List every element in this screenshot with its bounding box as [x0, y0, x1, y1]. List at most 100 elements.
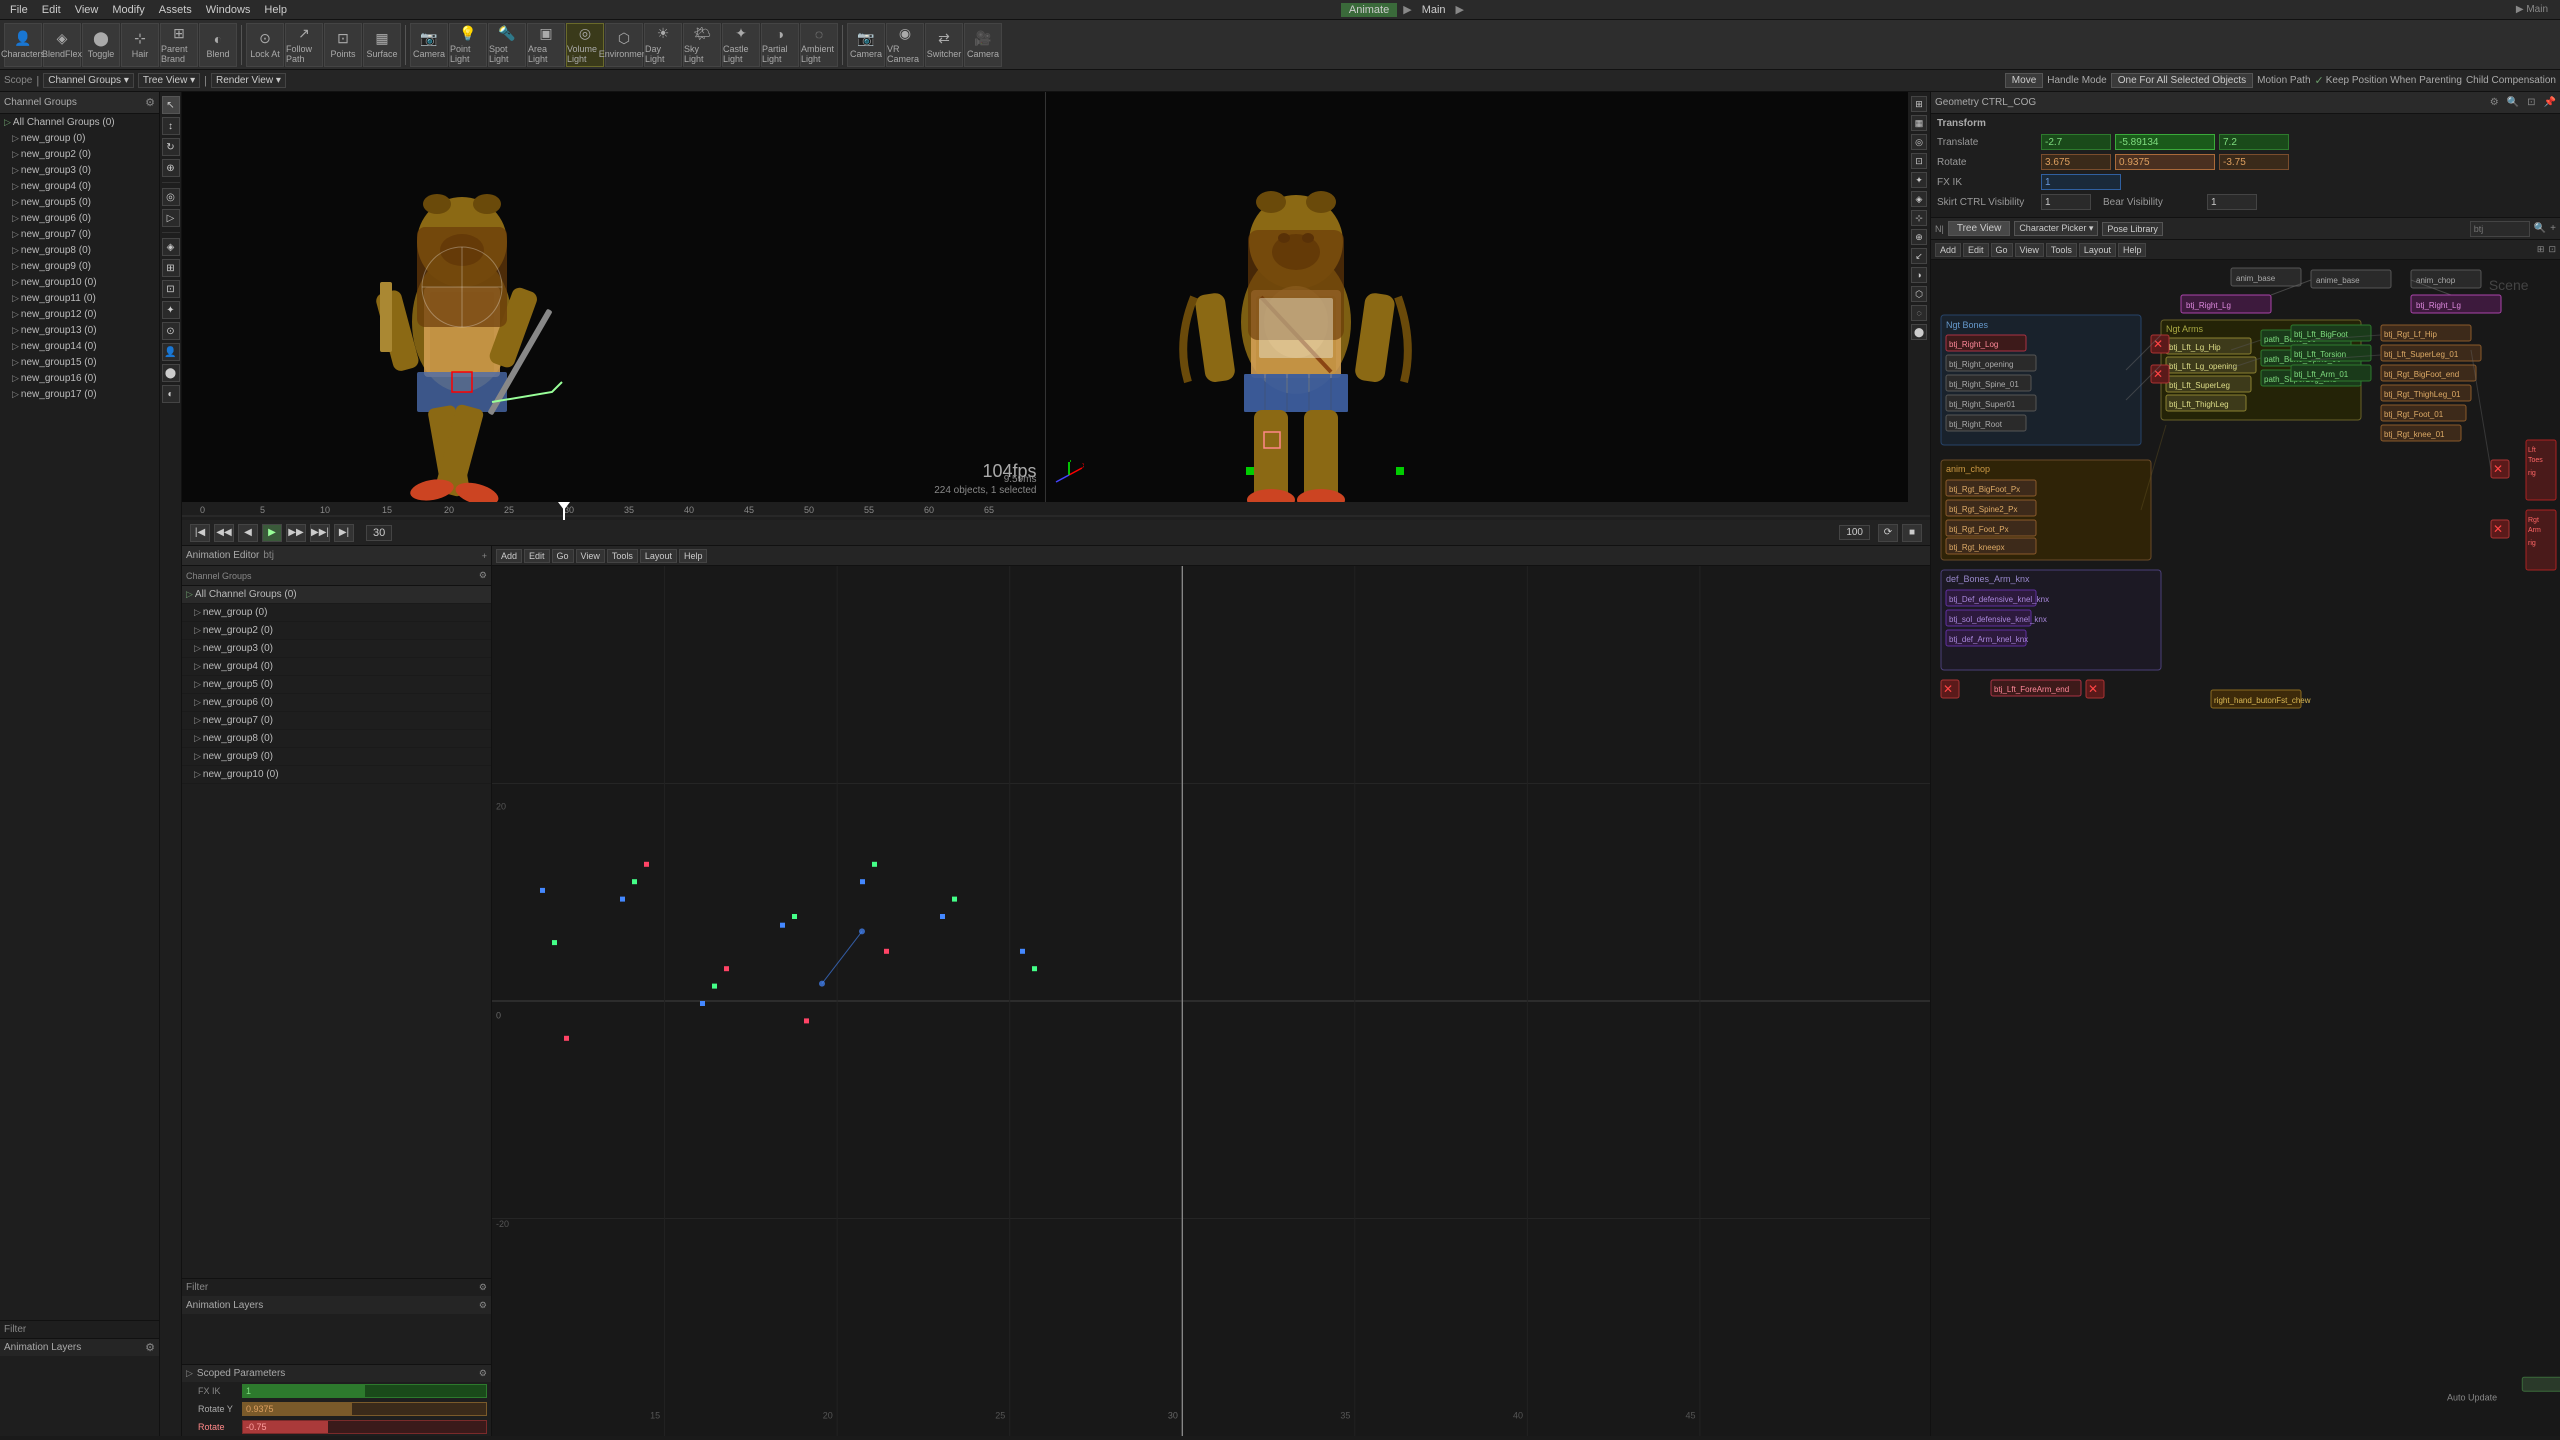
- viewport-right[interactable]: Front ▾ No cam ▾: [1046, 92, 1909, 502]
- current-frame-display[interactable]: 30: [366, 525, 392, 541]
- surface-btn[interactable]: ▦ Surface: [363, 23, 401, 67]
- skip-end-btn[interactable]: ▶|: [334, 524, 354, 542]
- tool-scale[interactable]: ⊕: [162, 159, 180, 177]
- track-2[interactable]: ▷ new_group2 (0): [182, 622, 491, 640]
- ambientlight-btn[interactable]: ◌ Ambient Light: [800, 23, 838, 67]
- cg-1[interactable]: ▷ new_group (0): [0, 130, 159, 146]
- ne-expand-btn[interactable]: ⊞: [2537, 244, 2545, 255]
- vp-tool-3[interactable]: ◎: [1911, 134, 1927, 150]
- tree-view-dropdown[interactable]: Tree View ▾: [138, 73, 200, 88]
- curve-help-btn[interactable]: Help: [679, 549, 708, 563]
- node-add-icon[interactable]: +: [2550, 223, 2556, 234]
- cg-2[interactable]: ▷ new_group2 (0): [0, 146, 159, 162]
- arealight-btn[interactable]: ▣ Area Light: [527, 23, 565, 67]
- menu-help[interactable]: Help: [258, 3, 293, 17]
- rotz-bar[interactable]: -0.75: [242, 1420, 487, 1434]
- roty-bar[interactable]: 0.9375: [242, 1402, 487, 1416]
- stop-btn[interactable]: ■: [1902, 524, 1922, 542]
- fxik-input[interactable]: [2041, 174, 2121, 190]
- translate-z-input[interactable]: [2219, 134, 2289, 150]
- track-7[interactable]: ▷ new_group7 (0): [182, 712, 491, 730]
- cg-11[interactable]: ▷ new_group11 (0): [0, 290, 159, 306]
- brand-btn[interactable]: ⊞ Parent Brand: [160, 23, 198, 67]
- step-back-btn[interactable]: ◀: [238, 524, 258, 542]
- ne-collapse-btn[interactable]: ⊡: [2548, 244, 2556, 255]
- treeview-tab[interactable]: Tree View: [1948, 221, 2010, 236]
- cg-all[interactable]: ▷ All Channel Groups (0): [0, 114, 159, 130]
- cg-9[interactable]: ▷ new_group9 (0): [0, 258, 159, 274]
- props-expand-btn[interactable]: ⊡: [2527, 97, 2535, 108]
- timeline-ruler[interactable]: 0 5 10 15 20 25 30 35 40 45 50 55 60 65: [182, 502, 1930, 520]
- curve-layout-btn[interactable]: Layout: [640, 549, 677, 563]
- track-8[interactable]: ▷ new_group8 (0): [182, 730, 491, 748]
- tool-extra6[interactable]: ⊙: [162, 322, 180, 340]
- anim-layers-btn[interactable]: ⚙: [479, 1300, 487, 1311]
- tool-extra2[interactable]: ◈: [162, 238, 180, 256]
- vp-tool-7[interactable]: ⊹: [1911, 210, 1927, 226]
- cg-6[interactable]: ▷ new_group6 (0): [0, 210, 159, 226]
- cg-15[interactable]: ▷ new_group15 (0): [0, 354, 159, 370]
- tool-extra5[interactable]: ✦: [162, 301, 180, 319]
- cg-17[interactable]: ▷ new_group17 (0): [0, 386, 159, 402]
- cg-5[interactable]: ▷ new_group5 (0): [0, 194, 159, 210]
- track-3[interactable]: ▷ new_group3 (0): [182, 640, 491, 658]
- ne-add-btn[interactable]: Add: [1935, 243, 1961, 257]
- charpicker-dropdown[interactable]: Character Picker ▾: [2014, 221, 2098, 236]
- vp-tool-13[interactable]: ⬤: [1911, 324, 1927, 340]
- anim-layers-settings[interactable]: ⚙: [145, 1341, 155, 1354]
- end-frame-display[interactable]: 100: [1839, 525, 1870, 540]
- play-btn[interactable]: ▶: [262, 524, 282, 542]
- menu-file[interactable]: File: [4, 3, 34, 17]
- channel-groups-dropdown[interactable]: Channel Groups ▾: [43, 73, 134, 88]
- rotate-y-input[interactable]: [2115, 154, 2215, 170]
- pointlight-btn[interactable]: 💡 Point Light: [449, 23, 487, 67]
- scoped-params-btn[interactable]: ⚙: [479, 1368, 487, 1379]
- camera-btn[interactable]: 📷 Camera: [410, 23, 448, 67]
- vp-tool-2[interactable]: ▦: [1911, 115, 1927, 131]
- ne-go-btn[interactable]: Go: [1991, 243, 2013, 257]
- cg-8[interactable]: ▷ new_group8 (0): [0, 242, 159, 258]
- curve-view-btn[interactable]: View: [576, 549, 605, 563]
- rotate-z-input[interactable]: [2219, 154, 2289, 170]
- node-editor-canvas[interactable]: Scene anime_base anim_chop anim_base btj…: [1931, 260, 2560, 1436]
- render-view-dropdown[interactable]: Render View ▾: [211, 73, 286, 88]
- loop-btn[interactable]: ⟳: [1878, 524, 1898, 542]
- cg-3[interactable]: ▷ new_group3 (0): [0, 162, 159, 178]
- node-search-input[interactable]: [2470, 221, 2530, 237]
- tool-extra3[interactable]: ⊞: [162, 259, 180, 277]
- characters-btn[interactable]: 👤 Characters: [4, 23, 42, 67]
- ne-tools-btn[interactable]: Tools: [2046, 243, 2077, 257]
- track-1[interactable]: ▷ new_group (0): [182, 604, 491, 622]
- animate-mode-btn[interactable]: Animate: [1341, 3, 1397, 17]
- tool-extra1[interactable]: ▷: [162, 209, 180, 227]
- track-6[interactable]: ▷ new_group6 (0): [182, 694, 491, 712]
- props-settings-btn[interactable]: ⚙: [2490, 97, 2499, 108]
- blendflex-btn[interactable]: ◈ BlendFlex: [43, 23, 81, 67]
- vp-tool-1[interactable]: ⊞: [1911, 96, 1927, 112]
- env-btn[interactable]: ⬡ Environment: [605, 23, 643, 67]
- vp-tool-11[interactable]: ⬡: [1911, 286, 1927, 302]
- track-10[interactable]: ▷ new_group10 (0): [182, 766, 491, 784]
- rotate-x-input[interactable]: [2041, 154, 2111, 170]
- daylight-btn[interactable]: ☀ Day Light: [644, 23, 682, 67]
- skip-start-btn[interactable]: |◀: [190, 524, 210, 542]
- channel-groups-settings[interactable]: ⚙: [145, 96, 155, 109]
- cg-16[interactable]: ▷ new_group16 (0): [0, 370, 159, 386]
- skylight-btn[interactable]: 🌤 Sky Light: [683, 23, 721, 67]
- track-settings-btn[interactable]: ⚙: [479, 570, 487, 581]
- viewport-left[interactable]: Left ▾ No cam ▾: [182, 92, 1046, 502]
- track-9[interactable]: ▷ new_group9 (0): [182, 748, 491, 766]
- camera2-btn[interactable]: 📷 Camera: [847, 23, 885, 67]
- curve-tools-btn[interactable]: Tools: [607, 549, 638, 563]
- keep-position-check[interactable]: ✓ Keep Position When Parenting: [2315, 74, 2462, 87]
- toggle-btn[interactable]: ⬤ Toggle: [82, 23, 120, 67]
- castlelight-btn[interactable]: ✦ Castle Light: [722, 23, 760, 67]
- tool-extra8[interactable]: ◐: [162, 385, 180, 403]
- hair-btn[interactable]: ⊹ Hair: [121, 23, 159, 67]
- menu-edit[interactable]: Edit: [36, 3, 67, 17]
- translate-x-input[interactable]: [2041, 134, 2111, 150]
- prev-key-btn[interactable]: ◀◀: [214, 524, 234, 542]
- vp-tool-9[interactable]: ↙: [1911, 248, 1927, 264]
- track-4[interactable]: ▷ new_group4 (0): [182, 658, 491, 676]
- curve-edit-btn[interactable]: Edit: [524, 549, 550, 563]
